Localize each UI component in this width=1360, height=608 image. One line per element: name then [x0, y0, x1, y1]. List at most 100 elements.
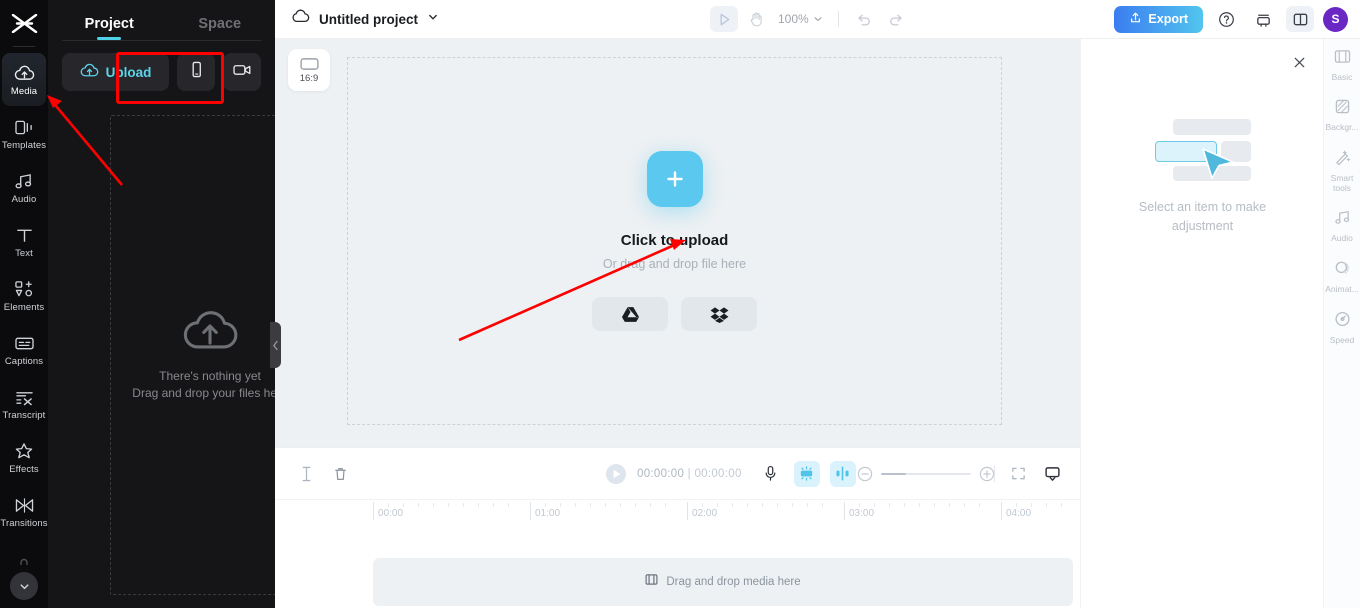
play-button[interactable] [605, 463, 627, 485]
zoom-slider-track[interactable] [881, 472, 971, 475]
microphone-button[interactable] [758, 461, 784, 487]
sidebar-item-label: Text [15, 248, 33, 260]
plus-icon [666, 171, 683, 187]
ruler-tick-major [1001, 502, 1002, 520]
panel-collapse-handle[interactable] [270, 322, 281, 368]
record-button[interactable] [223, 53, 261, 91]
audio-split-button[interactable] [829, 460, 856, 487]
rail-collapse-button[interactable] [10, 572, 38, 600]
page-title: Untitled project [319, 11, 419, 27]
properties-empty-text: Select an item to make adjustment [1138, 200, 1267, 233]
redo-button[interactable] [882, 6, 910, 32]
magic-wand-icon [1334, 149, 1351, 170]
phone-icon [189, 61, 204, 83]
select-tool-button[interactable] [710, 6, 738, 32]
dropzone-text: There's nothing yet Drag and drop your f… [132, 368, 287, 402]
timeline-center-controls: 00:00:00 | 00:00:00 [605, 460, 856, 487]
captions-icon [13, 332, 35, 354]
tab-project[interactable]: Project [54, 16, 165, 40]
magic-cut-button[interactable] [793, 460, 820, 487]
split-clip-icon [302, 466, 310, 481]
chevron-down-icon[interactable] [427, 10, 439, 28]
sidebar-item-label: Transcript [2, 410, 46, 422]
toolbar-right-group: Export S [1114, 5, 1348, 33]
panel-toggle-button[interactable] [1286, 6, 1314, 32]
panel-tabs: Project Space [48, 0, 275, 40]
sidebar-item-effects[interactable]: Effects [2, 431, 46, 484]
dropbox-button[interactable] [681, 297, 757, 331]
sidebar-item-templates[interactable]: Templates [2, 107, 46, 160]
sidebar-item-text[interactable]: Text [2, 215, 46, 268]
delete-button[interactable] [327, 461, 353, 487]
aspect-ratio-label: 16:9 [299, 72, 319, 84]
fit-screen-button[interactable] [1005, 461, 1031, 487]
timeline: 00:00:00 | 00:00:00 00:00 01:00 02:00 03… [275, 447, 1080, 608]
right-rail-item-background[interactable]: Backgr... [1324, 99, 1360, 132]
sidebar-item-audio[interactable]: Audio [2, 161, 46, 214]
zoom-level-value: 100% [778, 12, 809, 26]
zoom-level-dropdown[interactable]: 100% [774, 12, 827, 26]
undo-button[interactable] [850, 6, 878, 32]
timeline-zoom-slider[interactable] [857, 466, 995, 482]
chevron-left-icon [273, 340, 278, 350]
ruler-label: 02:00 [692, 508, 718, 519]
video-canvas-dropzone[interactable]: Click to upload Or drag and drop file he… [347, 57, 1002, 425]
sidebar-item-elements[interactable]: Elements [2, 269, 46, 322]
ruler-label: 03:00 [849, 508, 875, 519]
split-clip-button[interactable] [293, 461, 319, 487]
sidebar-item-label: Captions [4, 356, 44, 368]
sidebar-item-captions[interactable]: Captions [2, 323, 46, 376]
upload-button-label: Upload [105, 64, 152, 80]
google-drive-icon [621, 306, 639, 322]
right-rail-item-audio[interactable]: Audio [1324, 210, 1360, 243]
top-toolbar: Untitled project 100% Export S [275, 0, 1360, 39]
export-share-icon [1129, 11, 1142, 27]
right-rail-item-label: Basic [1331, 72, 1353, 82]
rail-bottom [0, 552, 48, 608]
timeline-left-tools [293, 461, 353, 487]
layout-button[interactable] [1249, 6, 1277, 32]
timeline-ruler[interactable]: 00:00 01:00 02:00 03:00 04:00 [275, 499, 1080, 525]
right-rail-item-smart-tools[interactable]: Smart tools [1324, 149, 1360, 193]
hand-tool-button[interactable] [742, 6, 770, 32]
timecode-separator: | [687, 467, 691, 480]
project-title-group[interactable]: Untitled project [291, 9, 439, 29]
zoom-slider-fill [881, 472, 906, 475]
capcut-logo[interactable] [0, 0, 48, 46]
sidebar-item-media[interactable]: Media [2, 53, 46, 106]
right-rail-item-label: Animat... [1325, 284, 1359, 294]
upload-button[interactable]: Upload [62, 53, 169, 91]
film-strip-icon [1334, 49, 1351, 69]
timeline-media-dropzone[interactable]: Drag and drop media here [373, 558, 1073, 606]
timecode-display: 00:00:00 | 00:00:00 [637, 468, 742, 480]
text-icon [13, 224, 35, 246]
timeline-toolbar: 00:00:00 | 00:00:00 [275, 448, 1080, 499]
close-button[interactable] [1292, 55, 1307, 75]
right-rail-item-speed[interactable]: Speed [1324, 311, 1360, 345]
help-button[interactable] [1212, 6, 1240, 32]
sidebar-item-transcript[interactable]: Transcript [2, 377, 46, 430]
avatar[interactable]: S [1323, 6, 1348, 32]
monitor-icon [1044, 466, 1060, 481]
right-rail-item-animation[interactable]: Animat... [1324, 260, 1360, 294]
tab-space[interactable]: Space [165, 16, 276, 40]
monitor-button[interactable] [1039, 461, 1065, 487]
cloud-upload-icon [80, 63, 99, 81]
cursor-pointer-icon [1201, 148, 1234, 179]
speedometer-icon [1334, 311, 1351, 332]
export-button-label: Export [1148, 12, 1188, 26]
aspect-ratio-button[interactable]: 16:9 [288, 49, 330, 91]
dropzone-title: There's nothing yet [159, 369, 261, 383]
right-rail-item-basic[interactable]: Basic [1324, 49, 1360, 82]
upload-actions-row: Upload [48, 41, 275, 101]
add-media-button[interactable] [646, 151, 703, 207]
music-note-icon [13, 170, 35, 192]
cloud-upload-large-icon [182, 308, 238, 358]
transcript-icon [13, 386, 35, 408]
aspect-ratio-icon [299, 57, 319, 70]
phone-upload-button[interactable] [177, 53, 215, 91]
sidebar-item-transitions[interactable]: Transitions [0, 485, 48, 538]
export-button[interactable]: Export [1114, 5, 1203, 33]
redo-icon [889, 14, 902, 25]
google-drive-button[interactable] [592, 297, 668, 331]
